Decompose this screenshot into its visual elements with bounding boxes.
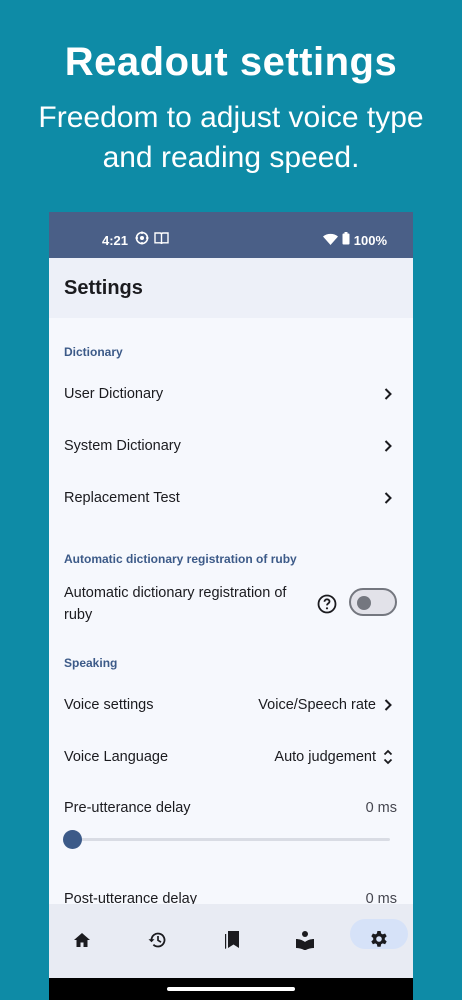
bottom-navigation <box>49 904 413 978</box>
phone-screen: 4:21 100% Settings Dictionary User Dicti… <box>49 212 413 1000</box>
section-header-speaking: Speaking <box>64 656 118 670</box>
pre-utterance-delay-label: Pre-utterance delay <box>64 800 191 816</box>
nav-history[interactable] <box>142 930 172 954</box>
settings-item-label: System Dictionary <box>64 438 181 454</box>
book-icon <box>154 231 169 248</box>
settings-item-user-dictionary[interactable]: User Dictionary <box>49 369 413 421</box>
settings-item-label: Voice settings <box>64 697 154 713</box>
help-icon[interactable] <box>317 594 337 619</box>
gesture-navigation-area <box>49 978 413 1000</box>
status-right: 100% <box>322 232 387 248</box>
bookmarks-icon <box>223 930 241 955</box>
pre-utterance-delay-slider[interactable] <box>72 838 390 841</box>
home-icon <box>73 932 91 953</box>
section-header-dictionary: Dictionary <box>64 345 123 359</box>
settings-item-replacement-test[interactable]: Replacement Test <box>49 473 413 525</box>
settings-item-value: Voice/Speech rate <box>258 697 376 713</box>
ruby-registration-toggle[interactable] <box>349 588 397 616</box>
settings-item-value: Auto judgement <box>274 749 376 765</box>
promo-title: Readout settings <box>64 40 398 84</box>
promo-subtitle: Freedom to adjust voice type and reading… <box>38 101 424 174</box>
chevron-right-icon <box>383 439 393 458</box>
chevron-right-icon <box>383 698 393 717</box>
reading-icon <box>295 930 315 955</box>
slider-thumb[interactable] <box>63 830 82 849</box>
nav-reading[interactable] <box>290 930 320 954</box>
history-icon <box>147 931 167 954</box>
settings-item-voice-language[interactable]: Voice Language Auto judgement <box>49 732 413 784</box>
status-time: 4:21 <box>102 233 129 248</box>
status-bar: 4:21 100% <box>49 212 413 258</box>
page-title: Settings <box>64 277 143 299</box>
settings-item-label: Replacement Test <box>64 490 180 506</box>
settings-item-system-dictionary[interactable]: System Dictionary <box>49 421 413 473</box>
chevron-right-icon <box>383 491 393 510</box>
ruby-toggle-label: Automatic dictionary registration of rub… <box>64 585 287 623</box>
unfold-icon <box>383 748 393 771</box>
nav-home[interactable] <box>67 930 97 954</box>
settings-item-label: User Dictionary <box>64 386 164 402</box>
vpn-icon <box>135 231 149 248</box>
battery-icon <box>342 232 350 248</box>
nav-bookmarks[interactable] <box>217 930 247 954</box>
settings-item-voice-settings[interactable]: Voice settings Voice/Speech rate <box>49 680 413 732</box>
app-bar: Settings <box>49 258 413 318</box>
nav-settings[interactable] <box>364 930 394 954</box>
wifi-icon <box>322 233 338 248</box>
pre-utterance-delay-value: 0 ms <box>365 800 397 816</box>
section-header-ruby: Automatic dictionary registration of rub… <box>64 552 297 566</box>
status-icons-left <box>135 231 169 248</box>
toggle-thumb <box>357 596 371 610</box>
settings-icon <box>369 930 389 955</box>
battery-percent: 100% <box>353 232 387 248</box>
chevron-right-icon <box>383 387 393 406</box>
settings-item-label: Voice Language <box>64 749 169 765</box>
gesture-handle[interactable] <box>167 987 295 991</box>
